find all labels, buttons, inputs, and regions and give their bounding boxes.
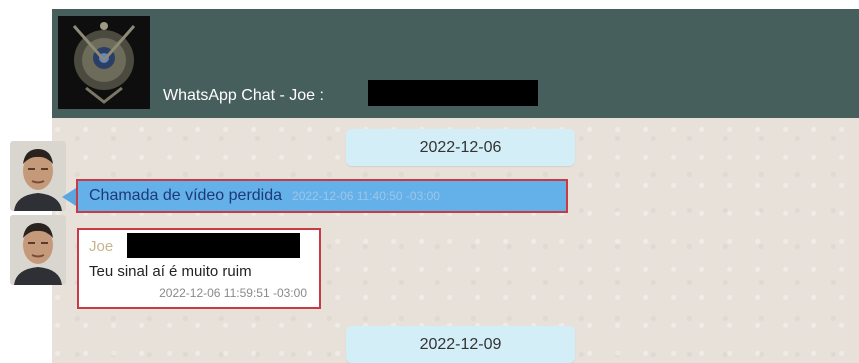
bubble-tail bbox=[62, 188, 76, 206]
person-photo-icon bbox=[10, 215, 66, 285]
ornament-image-icon bbox=[58, 16, 150, 109]
person-photo-icon bbox=[10, 141, 66, 211]
group-avatar[interactable] bbox=[58, 16, 150, 109]
redaction-box bbox=[127, 233, 300, 258]
message-text: Teu sinal aí é muito ruim bbox=[89, 263, 252, 280]
sender-name: Joe bbox=[89, 238, 114, 255]
message-bubble[interactable]: Joe Teu sinal aí é muito ruim 2022-12-06… bbox=[77, 228, 321, 309]
missed-call-label: Chamada de vídeo perdida bbox=[89, 187, 283, 204]
missed-video-call-message[interactable]: Chamada de vídeo perdida 2022-12-06 11:4… bbox=[76, 179, 568, 213]
redaction-box bbox=[368, 80, 538, 106]
date-separator: 2022-12-06 bbox=[346, 129, 575, 166]
message-timestamp: 2022-12-06 11:40:50 -03:00 bbox=[292, 189, 440, 203]
date-separator: 2022-12-09 bbox=[346, 326, 575, 363]
contact-avatar[interactable] bbox=[10, 141, 66, 211]
chat-header: WhatsApp Chat - Joe : bbox=[52, 9, 859, 118]
contact-avatar[interactable] bbox=[10, 215, 66, 285]
message-timestamp: 2022-12-06 11:59:51 -03:00 bbox=[159, 286, 307, 300]
chat-title: WhatsApp Chat - Joe : bbox=[163, 87, 324, 104]
